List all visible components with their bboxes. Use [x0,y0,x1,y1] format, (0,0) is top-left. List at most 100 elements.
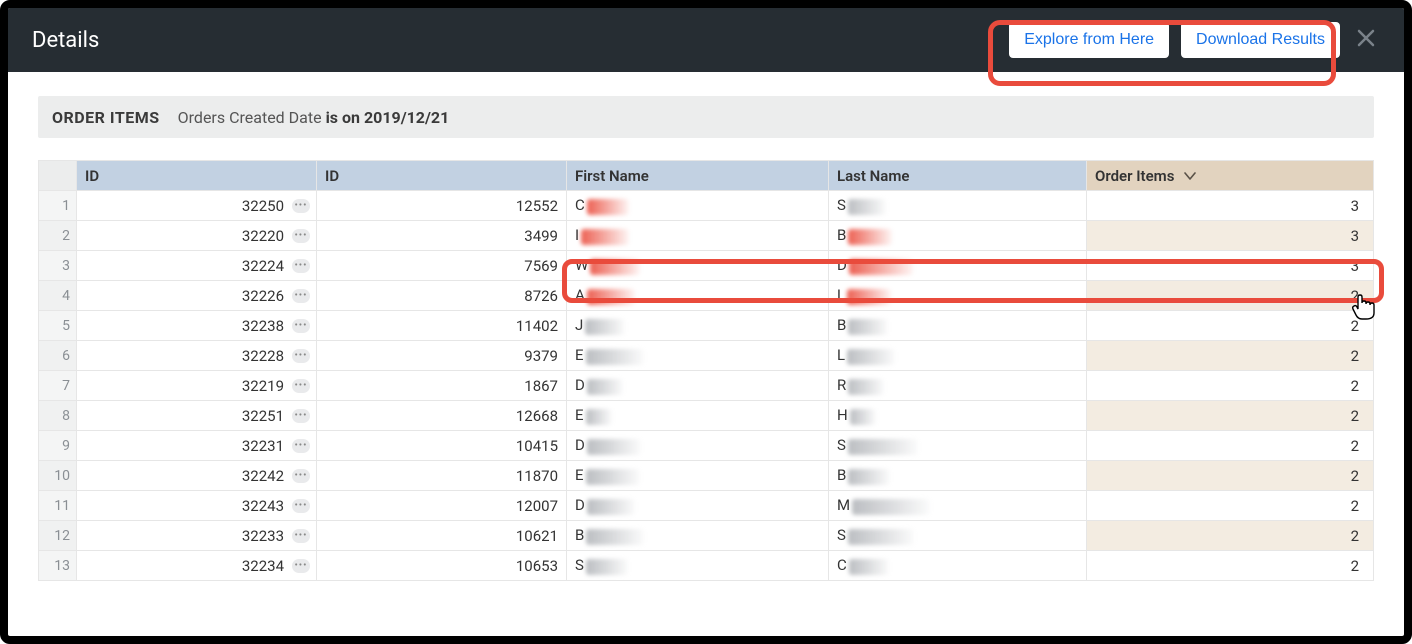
row-actions-icon[interactable]: ••• [292,349,310,363]
row-actions-icon[interactable]: ••• [292,439,310,453]
cell-id2[interactable]: 12007 [317,491,567,521]
cell-last-name[interactable]: B [829,221,1087,251]
cell-id2[interactable]: 3499 [317,221,567,251]
cell-order-items[interactable]: 2 [1087,401,1374,431]
table-row[interactable]: 432226•••8726AL2 [39,281,1374,311]
cell-id1[interactable]: 32242••• [77,461,317,491]
cell-id1[interactable]: 32220••• [77,221,317,251]
cell-order-items[interactable]: 2 [1087,341,1374,371]
cell-order-items[interactable]: 3 [1087,191,1374,221]
row-actions-icon[interactable]: ••• [292,379,310,393]
row-number: 3 [39,251,77,281]
cell-id2[interactable]: 10653 [317,551,567,581]
table-row[interactable]: 1132243•••12007DM2 [39,491,1374,521]
cell-last-name[interactable]: S [829,431,1087,461]
cell-id2[interactable]: 1867 [317,371,567,401]
table-row[interactable]: 1032242•••11870EB2 [39,461,1374,491]
close-icon[interactable] [1352,27,1380,54]
row-actions-icon[interactable]: ••• [292,529,310,543]
cell-first-name[interactable]: W [567,251,829,281]
table-row[interactable]: 1332234•••10653SC2 [39,551,1374,581]
cell-order-items[interactable]: 2 [1087,431,1374,461]
row-actions-icon[interactable]: ••• [292,259,310,273]
cell-first-name[interactable]: I [567,221,829,251]
cell-id2[interactable]: 8726 [317,281,567,311]
download-results-button[interactable]: Download Results [1181,22,1340,58]
cell-id1[interactable]: 32233••• [77,521,317,551]
column-header-id2[interactable]: ID [317,161,567,191]
cell-id1[interactable]: 32228••• [77,341,317,371]
cell-id1[interactable]: 32219••• [77,371,317,401]
cell-last-name[interactable]: L [829,281,1087,311]
cell-id1[interactable]: 32231••• [77,431,317,461]
cell-id2[interactable]: 12552 [317,191,567,221]
table-row[interactable]: 632228•••9379EL2 [39,341,1374,371]
table-row[interactable]: 232220•••3499IB3 [39,221,1374,251]
cell-order-items[interactable]: 2 [1087,461,1374,491]
cell-id1[interactable]: 32250••• [77,191,317,221]
cell-order-items[interactable]: 2 [1087,371,1374,401]
cell-last-name[interactable]: R [829,371,1087,401]
cell-first-name[interactable]: D [567,491,829,521]
cell-order-items[interactable]: 3 [1087,251,1374,281]
cell-first-name[interactable]: E [567,461,829,491]
cell-order-items[interactable]: 2 [1087,491,1374,521]
cell-order-items[interactable]: 2 [1087,311,1374,341]
column-header-order-items[interactable]: Order Items [1087,161,1374,191]
cell-id2[interactable]: 7569 [317,251,567,281]
table-row[interactable]: 832251•••12668EH2 [39,401,1374,431]
column-header-first-name[interactable]: First Name [567,161,829,191]
cell-id2[interactable]: 9379 [317,341,567,371]
cell-order-items[interactable]: 2 [1087,521,1374,551]
table-row[interactable]: 132250•••12552CS3 [39,191,1374,221]
cell-first-name[interactable]: E [567,341,829,371]
cell-id1[interactable]: 32243••• [77,491,317,521]
cell-order-items[interactable]: 3 [1087,221,1374,251]
cell-id2[interactable]: 11402 [317,311,567,341]
row-actions-icon[interactable]: ••• [292,319,310,333]
table-row[interactable]: 732219•••1867DR2 [39,371,1374,401]
row-actions-icon[interactable]: ••• [292,469,310,483]
column-header-last-name[interactable]: Last Name [829,161,1087,191]
row-actions-icon[interactable]: ••• [292,559,310,573]
cell-last-name[interactable]: M [829,491,1087,521]
cell-first-name[interactable]: E [567,401,829,431]
row-actions-icon[interactable]: ••• [292,199,310,213]
cell-last-name[interactable]: B [829,311,1087,341]
cell-first-name[interactable]: D [567,431,829,461]
cell-id1[interactable]: 32226••• [77,281,317,311]
table-row[interactable]: 1232233•••10621BS2 [39,521,1374,551]
cell-last-name[interactable]: B [829,461,1087,491]
cell-order-items[interactable]: 2 [1087,281,1374,311]
cell-last-name[interactable]: D [829,251,1087,281]
row-actions-icon[interactable]: ••• [292,289,310,303]
cell-id2[interactable]: 11870 [317,461,567,491]
cell-last-name[interactable]: S [829,191,1087,221]
cell-id1[interactable]: 32251••• [77,401,317,431]
row-actions-icon[interactable]: ••• [292,229,310,243]
cell-last-name[interactable]: L [829,341,1087,371]
cell-id2[interactable]: 10415 [317,431,567,461]
cell-first-name[interactable]: C [567,191,829,221]
cell-id2[interactable]: 12668 [317,401,567,431]
cell-last-name[interactable]: S [829,521,1087,551]
table-row[interactable]: 932231•••10415DS2 [39,431,1374,461]
cell-first-name[interactable]: J [567,311,829,341]
column-header-id1[interactable]: ID [77,161,317,191]
cell-first-name[interactable]: D [567,371,829,401]
row-actions-icon[interactable]: ••• [292,499,310,513]
cell-last-name[interactable]: C [829,551,1087,581]
cell-id1[interactable]: 32234••• [77,551,317,581]
cell-id1[interactable]: 32224••• [77,251,317,281]
table-row[interactable]: 332224•••7569WD3 [39,251,1374,281]
cell-order-items[interactable]: 2 [1087,551,1374,581]
cell-first-name[interactable]: A [567,281,829,311]
cell-first-name[interactable]: S [567,551,829,581]
cell-id2[interactable]: 10621 [317,521,567,551]
cell-first-name[interactable]: B [567,521,829,551]
cell-last-name[interactable]: H [829,401,1087,431]
explore-from-here-button[interactable]: Explore from Here [1009,22,1169,58]
cell-id1[interactable]: 32238••• [77,311,317,341]
table-row[interactable]: 532238•••11402JB2 [39,311,1374,341]
row-actions-icon[interactable]: ••• [292,409,310,423]
